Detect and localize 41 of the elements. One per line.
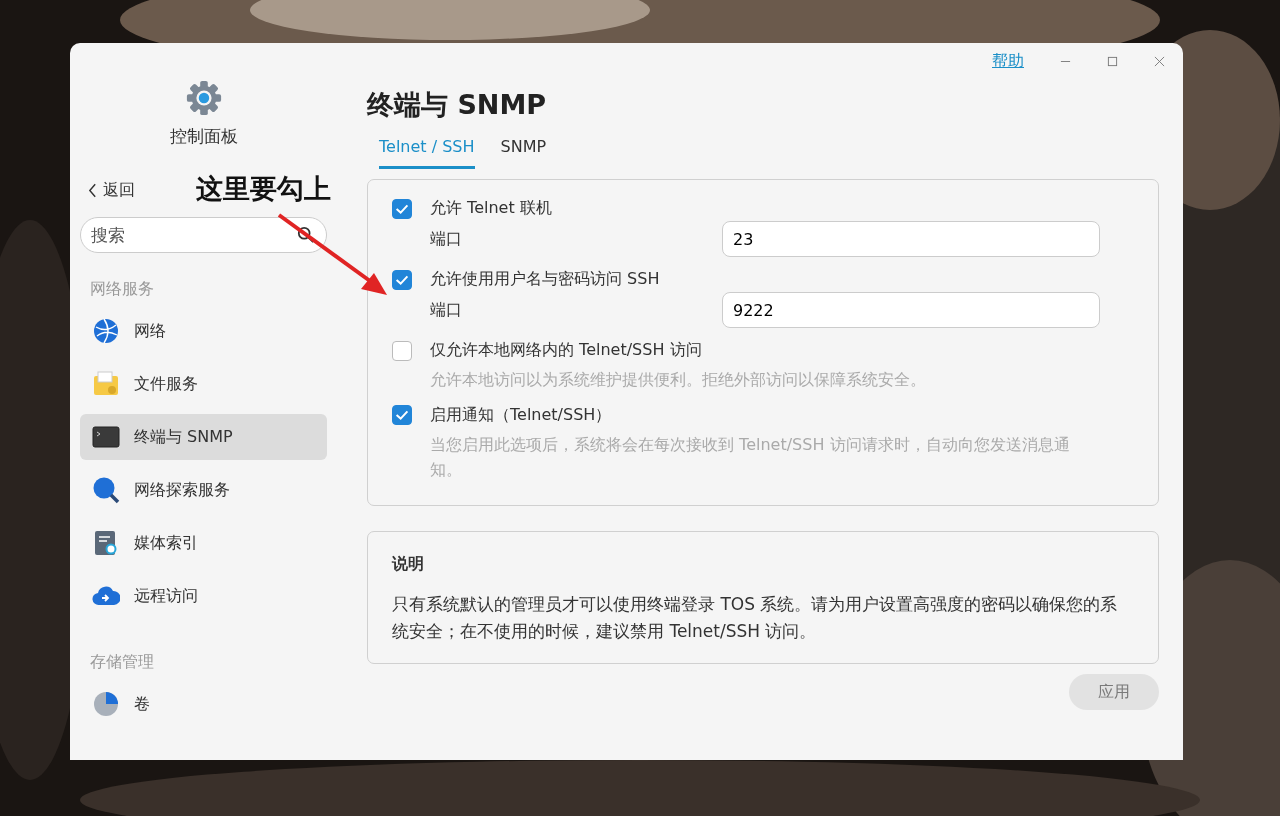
sidebar-item[interactable]: 终端与 SNMP bbox=[80, 414, 327, 460]
magnifier-icon bbox=[92, 476, 120, 504]
option-description: 允许本地访问以为系统维护提供便利。拒绝外部访问以保障系统安全。 bbox=[429, 369, 927, 391]
option-label: 允许使用用户名与密码访问 SSH bbox=[430, 269, 660, 290]
port-field[interactable]: 9222 bbox=[722, 292, 1100, 328]
sidebar-item[interactable]: 网络探索服务 bbox=[80, 467, 327, 513]
page-title: 终端与 SNMP bbox=[367, 88, 548, 122]
back-button[interactable]: 返回 bbox=[80, 180, 135, 201]
field-label: 端口 bbox=[430, 299, 462, 321]
note-text: 只有系统默认的管理员才可以使用终端登录 TOS 系统。请为用户设置高强度的密码以确保您的系统安全；在不使用的时候，建议禁用 Telnet/SSH 访问。 bbox=[392, 592, 1119, 643]
option-label: 允许 Telnet 联机 bbox=[430, 198, 552, 219]
sidebar-item[interactable]: 卷 bbox=[80, 681, 327, 727]
tab[interactable]: SNMP bbox=[500, 137, 547, 169]
sidebar-item[interactable]: 远程访问 bbox=[80, 573, 327, 619]
terminal-icon bbox=[92, 423, 120, 451]
section-label: 存储管理 bbox=[90, 652, 155, 673]
sidebar-item[interactable]: 网络 bbox=[80, 308, 327, 354]
globe-icon bbox=[92, 317, 120, 345]
gear-icon bbox=[184, 79, 223, 117]
folder-icon bbox=[92, 370, 120, 398]
checkbox[interactable] bbox=[392, 340, 412, 361]
pie-chart-icon bbox=[92, 690, 120, 718]
close-icon[interactable] bbox=[1154, 55, 1165, 67]
option-label: 启用通知（Telnet/SSH） bbox=[430, 404, 612, 426]
checkbox[interactable] bbox=[392, 269, 412, 290]
maximize-icon[interactable] bbox=[1107, 55, 1118, 67]
field-label: 端口 bbox=[430, 228, 462, 250]
search-field[interactable]: 搜索 bbox=[80, 217, 327, 253]
section-label: 网络服务 bbox=[90, 279, 155, 300]
option-description: 当您启用此选项后，系统将会在每次接收到 Telnet/SSH 访问请求时，自动向您发送消息通知。 bbox=[429, 433, 1071, 482]
sidebar-item[interactable]: 文件服务 bbox=[80, 361, 327, 407]
annotation-text: 这里要勾上 bbox=[196, 172, 331, 206]
sidebar-item[interactable]: 媒体索引 bbox=[80, 520, 327, 566]
option-label: 仅允许本地网络内的 Telnet/SSH 访问 bbox=[430, 340, 702, 361]
chevron-left-icon bbox=[88, 183, 97, 198]
checkbox[interactable] bbox=[392, 405, 412, 426]
checkbox[interactable] bbox=[392, 198, 412, 219]
note-title: 说明 bbox=[392, 553, 425, 575]
app-title: 控制面板 bbox=[169, 125, 238, 148]
search-icon bbox=[297, 226, 315, 244]
port-field[interactable]: 23 bbox=[722, 221, 1100, 257]
